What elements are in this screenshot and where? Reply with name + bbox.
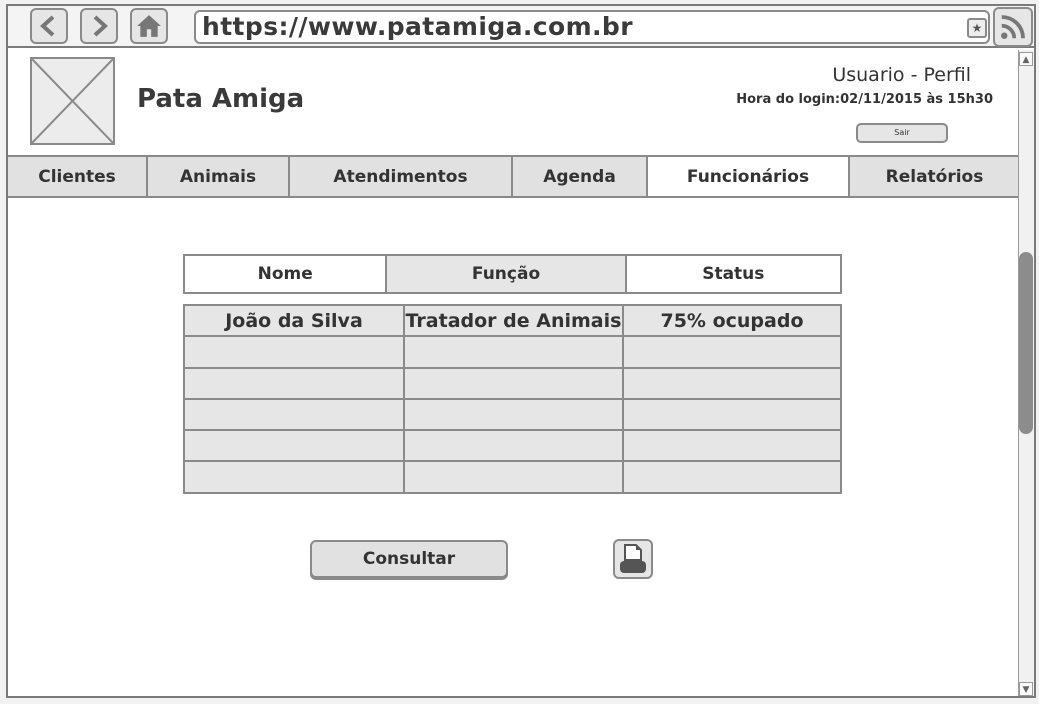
cell-status xyxy=(624,400,840,429)
cell-funcao xyxy=(405,399,624,430)
chevron-left-icon xyxy=(40,15,55,37)
main-nav-tabs: Clientes Animais Atendimentos Agenda Fun… xyxy=(8,155,1019,198)
brand-title: Pata Amiga xyxy=(137,84,305,114)
column-header-nome[interactable]: Nome xyxy=(185,256,388,292)
cell-status xyxy=(624,431,840,460)
table-header: Nome Função Status xyxy=(183,254,842,294)
chevron-right-icon xyxy=(93,15,108,37)
image-placeholder-icon xyxy=(32,59,113,143)
scroll-up-arrow-icon[interactable]: ▲ xyxy=(1019,52,1033,66)
table-row[interactable] xyxy=(185,462,840,494)
cell-nome xyxy=(185,399,405,430)
rss-icon xyxy=(1001,15,1025,39)
table-row[interactable] xyxy=(185,368,840,400)
consult-button[interactable]: Consultar xyxy=(310,540,508,578)
employees-table: João da Silva Tratador de Animais 75% oc… xyxy=(183,304,842,494)
forward-button[interactable] xyxy=(80,8,118,44)
logout-button[interactable]: Sair xyxy=(856,123,948,143)
table-row[interactable] xyxy=(185,399,840,432)
tab-clientes[interactable]: Clientes xyxy=(8,157,148,196)
printer-icon xyxy=(620,544,646,573)
print-button[interactable] xyxy=(613,539,653,579)
column-header-status[interactable]: Status xyxy=(626,256,840,292)
column-header-funcao[interactable]: Função xyxy=(387,256,627,292)
cell-nome xyxy=(185,368,405,398)
scroll-down-arrow-icon[interactable]: ▼ xyxy=(1019,682,1033,696)
cell-funcao xyxy=(405,368,624,398)
address-bar[interactable]: https://www.patamiga.com.br xyxy=(194,10,990,44)
login-time: Hora do login:02/11/2015 às 15h30 xyxy=(736,92,993,107)
table-row[interactable] xyxy=(185,431,840,463)
cell-status: 75% ocupado xyxy=(660,309,804,332)
tab-funcionarios[interactable]: Funcionários xyxy=(648,157,850,196)
tab-agenda[interactable]: Agenda xyxy=(513,157,648,196)
tab-atendimentos[interactable]: Atendimentos xyxy=(290,157,513,196)
cell-funcao xyxy=(405,462,624,494)
cell-funcao: Tratador de Animais xyxy=(405,306,624,336)
logo-placeholder xyxy=(30,57,115,145)
cell-funcao xyxy=(405,337,624,367)
cell-status xyxy=(624,462,840,493)
home-icon xyxy=(137,15,161,37)
table-row[interactable] xyxy=(185,337,840,369)
home-button[interactable] xyxy=(130,8,168,44)
table-row[interactable]: João da Silva Tratador de Animais 75% oc… xyxy=(185,306,840,338)
cell-nome xyxy=(185,337,405,367)
cell-funcao xyxy=(405,431,624,461)
cell-nome xyxy=(185,431,405,461)
tab-relatorios[interactable]: Relatórios xyxy=(850,157,1019,196)
cell-status xyxy=(624,369,840,398)
back-button[interactable] xyxy=(30,8,68,44)
cell-nome xyxy=(185,462,405,494)
tab-animais[interactable]: Animais xyxy=(148,157,290,196)
bookmark-star-icon[interactable]: ★ xyxy=(967,18,987,38)
rss-button[interactable] xyxy=(993,7,1033,47)
cell-status xyxy=(624,337,840,366)
scroll-thumb[interactable] xyxy=(1019,252,1033,434)
user-profile-label[interactable]: Usuario - Perfil xyxy=(832,64,971,86)
cell-nome: João da Silva xyxy=(185,306,405,336)
